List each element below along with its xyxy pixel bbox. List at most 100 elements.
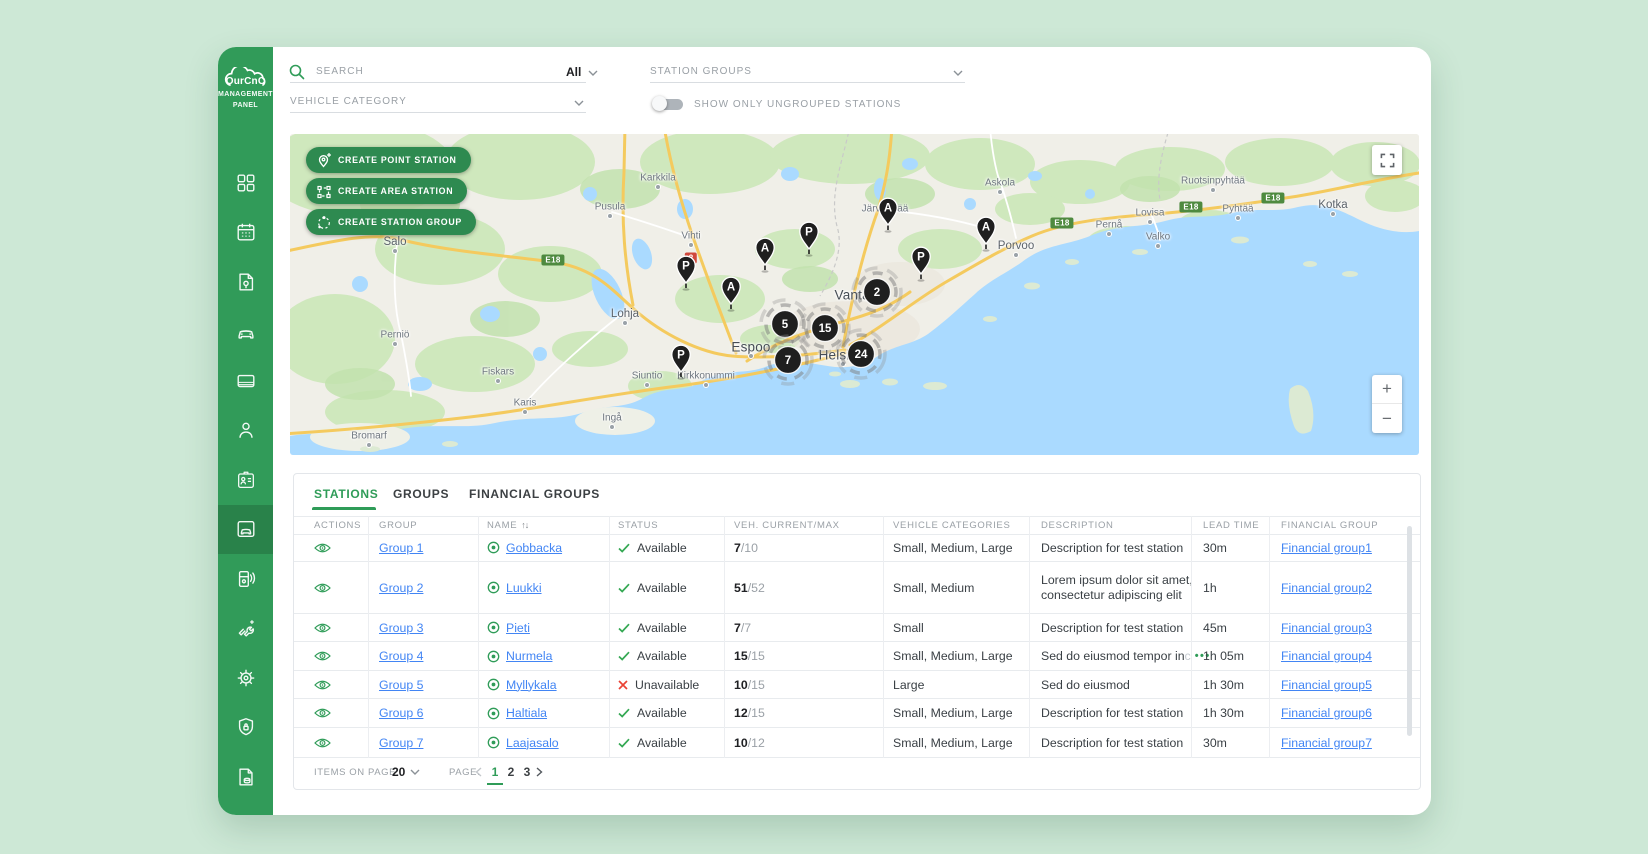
create-station-group-button[interactable]: CREATE STATION GROUP: [306, 209, 476, 235]
station-name-link[interactable]: Gobbacka: [506, 541, 562, 555]
financial-group-link[interactable]: Financial group5: [1281, 678, 1372, 692]
group-link[interactable]: Group 4: [379, 649, 423, 663]
vehicle-category-select[interactable]: VEHICLE CATEGORY: [290, 96, 407, 107]
page-number-3[interactable]: 3: [520, 765, 534, 779]
station-name-link[interactable]: Myllykala: [506, 678, 557, 692]
search-scope-select[interactable]: All: [566, 65, 581, 79]
chevron-down-icon[interactable]: [953, 70, 963, 76]
map-pin-marker[interactable]: A: [875, 196, 901, 234]
pin-icon: P: [668, 343, 694, 381]
group-cell: Group 6: [379, 699, 423, 727]
station-name-link[interactable]: Haltiala: [506, 706, 547, 720]
table-scrollbar[interactable]: [1407, 526, 1412, 736]
search-icon: [288, 63, 306, 81]
toggle-knob: [652, 96, 667, 111]
sidebar-item-service[interactable]: [218, 604, 273, 654]
map-city-label: Lohja: [611, 308, 639, 320]
group-link[interactable]: Group 3: [379, 621, 423, 635]
group-link[interactable]: Group 5: [379, 678, 423, 692]
financial-group-link[interactable]: Financial group1: [1281, 541, 1372, 555]
description-text: Description for test station: [1041, 706, 1193, 720]
zoom-in-button[interactable]: +: [1372, 375, 1402, 404]
search-input[interactable]: [314, 65, 548, 78]
map[interactable]: KarkkilaPusulaVihtiSaloLohjaPerniöFiskar…: [290, 134, 1419, 455]
categories-cell: Small, Medium, Large: [893, 534, 1013, 561]
map-city-dot: [522, 409, 528, 415]
cross-icon: [618, 680, 628, 690]
view-station-button[interactable]: [314, 542, 331, 554]
view-station-button[interactable]: [314, 582, 331, 594]
map-pin-marker[interactable]: P: [668, 343, 694, 381]
view-station-button[interactable]: [314, 679, 331, 691]
chevron-down-icon[interactable]: [410, 769, 420, 775]
sidebar-item-vehicles[interactable]: [218, 307, 273, 357]
create-point-station-button[interactable]: CREATE POINT STATION: [306, 147, 471, 173]
actions-cell: [314, 642, 331, 670]
group-cell: Group 3: [379, 614, 423, 641]
view-station-button[interactable]: [314, 622, 331, 634]
map-cluster-marker[interactable]: 2: [849, 264, 905, 320]
sidebar-item-billing[interactable]: [218, 752, 273, 802]
view-station-button[interactable]: [314, 707, 331, 719]
sidebar-item-calendar[interactable]: [218, 208, 273, 258]
station-name-link[interactable]: Pieti: [506, 621, 530, 635]
table-row: Group 2LuukkiAvailable51/52Small, Medium…: [294, 562, 1420, 614]
map-pin-marker[interactable]: A: [752, 236, 778, 274]
items-on-page-select[interactable]: 20: [392, 765, 405, 779]
create-area-station-button[interactable]: CREATE AREA STATION: [306, 178, 467, 204]
column-header: VEH. CURRENT/MAX: [734, 516, 840, 534]
sidebar-item-reports[interactable]: [218, 257, 273, 307]
chevron-down-icon[interactable]: [588, 70, 598, 76]
service-icon: [235, 617, 257, 639]
financial-group-link[interactable]: Financial group2: [1281, 581, 1372, 595]
view-station-button[interactable]: [314, 650, 331, 662]
categories-text: Small: [893, 621, 924, 635]
map-pin-marker[interactable]: P: [796, 220, 822, 258]
financial-group-link[interactable]: Financial group7: [1281, 736, 1372, 750]
station-name-link[interactable]: Nurmela: [506, 649, 552, 663]
tab-groups[interactable]: GROUPS: [393, 487, 449, 501]
name-cell: Nurmela: [487, 642, 552, 670]
sidebar-item-settings[interactable]: [218, 653, 273, 703]
fullscreen-icon: [1380, 153, 1395, 168]
sidebar-item-dashboard[interactable]: [218, 158, 273, 208]
group-link[interactable]: Group 1: [379, 541, 423, 555]
map-pin-marker[interactable]: P: [673, 254, 699, 292]
sidebar-item-security[interactable]: [218, 703, 273, 753]
ungrouped-stations-toggle[interactable]: [652, 96, 688, 112]
sidebar-item-users[interactable]: [218, 406, 273, 456]
sort-icon[interactable]: ↑↓: [521, 520, 528, 530]
description-text: Lorem ipsum dolor sit amet, consectetur …: [1041, 573, 1193, 602]
map-fullscreen-button[interactable]: [1372, 145, 1402, 175]
zoom-out-button[interactable]: −: [1372, 404, 1402, 433]
sidebar-item-stations[interactable]: [218, 505, 273, 555]
sidebar-item-contacts[interactable]: [218, 455, 273, 505]
financial-group-link[interactable]: Financial group4: [1281, 649, 1372, 663]
page-number-2[interactable]: 2: [504, 765, 518, 779]
prev-page-button[interactable]: [475, 767, 482, 777]
group-link[interactable]: Group 6: [379, 706, 423, 720]
group-link[interactable]: Group 2: [379, 581, 423, 595]
group-link[interactable]: Group 7: [379, 736, 423, 750]
map-pin-marker[interactable]: P: [908, 245, 934, 283]
station-groups-select[interactable]: STATION GROUPS: [650, 66, 752, 77]
station-name-link[interactable]: Luukki: [506, 581, 542, 595]
map-cluster-marker[interactable]: 7: [760, 332, 816, 388]
financial-group-link[interactable]: Financial group6: [1281, 706, 1372, 720]
sidebar-item-cards[interactable]: [218, 356, 273, 406]
tab-stations[interactable]: STATIONS: [314, 487, 379, 501]
page-number-1[interactable]: 1: [488, 765, 502, 779]
tab-financial-groups[interactable]: FINANCIAL GROUPS: [469, 487, 600, 501]
view-station-button[interactable]: [314, 737, 331, 749]
financial-group-link[interactable]: Financial group3: [1281, 621, 1372, 635]
chevron-down-icon[interactable]: [574, 100, 584, 106]
map-pin-marker[interactable]: A: [718, 275, 744, 313]
financial-group-cell: Financial group4: [1281, 642, 1372, 670]
svg-text:7: 7: [785, 355, 791, 367]
station-name-link[interactable]: Laajasalo: [506, 736, 559, 750]
table-row: Group 1GobbackaAvailable7/10Small, Mediu…: [294, 534, 1420, 562]
sidebar-item-charging[interactable]: [218, 554, 273, 604]
next-page-button[interactable]: [536, 767, 543, 777]
map-cluster-marker[interactable]: 24: [833, 326, 889, 382]
map-pin-marker[interactable]: A: [973, 215, 999, 253]
